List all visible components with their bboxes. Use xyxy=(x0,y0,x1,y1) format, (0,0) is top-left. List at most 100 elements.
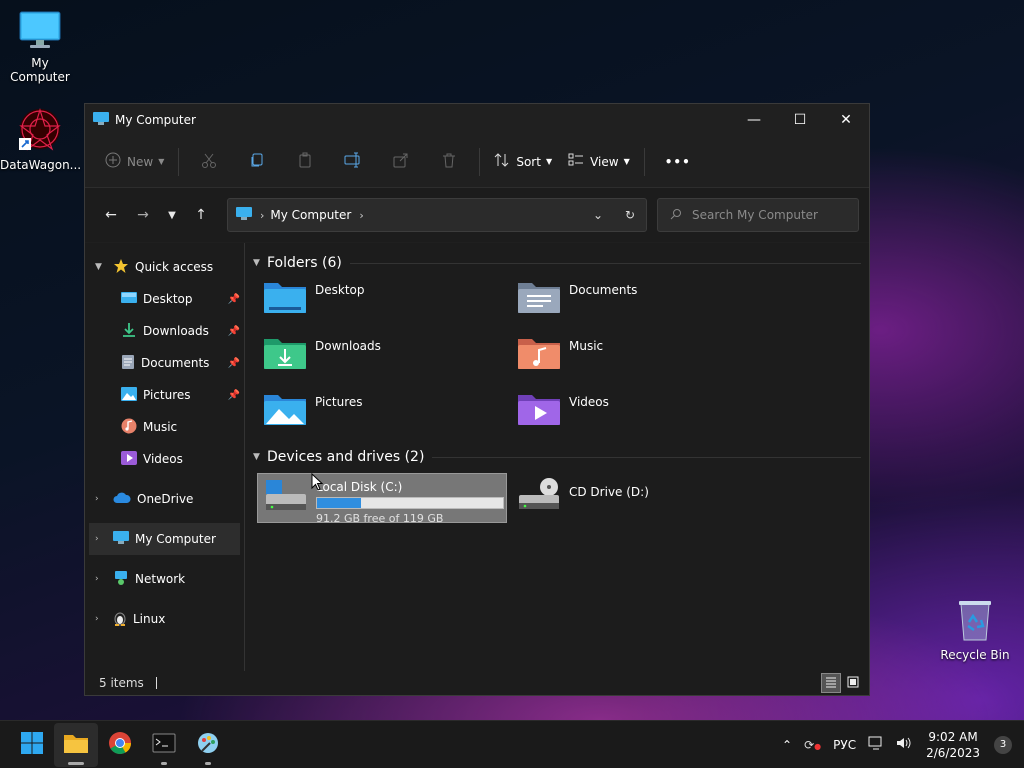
toolbar-divider xyxy=(479,147,481,176)
share-icon xyxy=(393,152,409,171)
recycle-bin-icon xyxy=(935,598,1015,645)
desktop-folder-icon xyxy=(121,291,137,308)
folder-pictures[interactable]: Pictures xyxy=(263,389,517,445)
sidebar-item-downloads[interactable]: Downloads 📌 xyxy=(85,315,244,347)
sidebar-item-onedrive[interactable]: › OneDrive xyxy=(85,483,244,515)
copy-icon xyxy=(249,152,265,171)
cut-button[interactable] xyxy=(185,145,233,179)
rename-button[interactable] xyxy=(329,145,377,179)
forward-button[interactable]: → xyxy=(127,199,159,231)
monitor-icon xyxy=(113,530,129,548)
sidebar-item-music[interactable]: Music xyxy=(85,411,244,443)
item-count: 5 items xyxy=(99,676,144,690)
address-history-dropdown[interactable]: ⌄ xyxy=(582,208,614,222)
sidebar-item-videos[interactable]: Videos xyxy=(85,443,244,475)
chevron-down-icon[interactable]: ▼ xyxy=(95,262,107,272)
folder-music[interactable]: Music xyxy=(517,333,771,389)
folder-documents[interactable]: Documents xyxy=(517,277,771,333)
taskbar-paint[interactable] xyxy=(186,723,230,767)
title-bar[interactable]: My Computer — ☐ ✕ xyxy=(85,104,869,136)
copy-button[interactable] xyxy=(233,145,281,179)
sort-button[interactable]: Sort ▼ xyxy=(486,145,560,179)
folder-videos[interactable]: Videos xyxy=(517,389,771,445)
folder-label: Desktop xyxy=(315,283,365,297)
sidebar-item-desktop[interactable]: Desktop 📌 xyxy=(85,283,244,315)
sidebar-item-label: Downloads xyxy=(143,324,209,338)
new-label: New xyxy=(127,154,154,169)
back-button[interactable]: ← xyxy=(95,199,127,231)
close-button[interactable]: ✕ xyxy=(823,104,869,136)
drive-usage-bar xyxy=(316,497,504,509)
tiles-view-button[interactable] xyxy=(843,673,863,693)
maximize-button[interactable]: ☐ xyxy=(777,104,823,136)
sidebar-item-quick-access[interactable]: ▼ Quick access xyxy=(85,251,244,283)
folders-section-header[interactable]: ▼ Folders (6) xyxy=(251,253,861,273)
more-options-button[interactable]: ••• xyxy=(651,145,699,179)
chevron-right-icon[interactable]: › xyxy=(95,574,107,584)
chevron-down-icon: ▼ xyxy=(545,157,553,166)
windows-logo-icon xyxy=(20,731,44,758)
chrome-icon xyxy=(108,731,132,758)
sync-icon[interactable]: ⟳● xyxy=(804,738,821,752)
sidebar-item-label: Videos xyxy=(143,452,183,466)
view-button[interactable]: View ▼ xyxy=(560,145,638,179)
chevron-right-icon[interactable]: › xyxy=(95,534,107,544)
plus-circle-icon xyxy=(105,152,121,171)
sidebar-item-my-computer[interactable]: › My Computer xyxy=(89,523,240,555)
chevron-right-icon[interactable]: › xyxy=(95,494,107,504)
search-icon xyxy=(670,208,682,223)
volume-icon[interactable] xyxy=(896,736,912,753)
clock[interactable]: 9:02 AM 2/6/2023 xyxy=(926,729,980,761)
clipboard-icon xyxy=(297,152,313,171)
folder-desktop[interactable]: Desktop xyxy=(263,277,517,333)
sidebar-item-documents[interactable]: Documents 📌 xyxy=(85,347,244,379)
search-input[interactable] xyxy=(692,208,842,222)
details-view-icon xyxy=(825,676,837,691)
show-hidden-icons-button[interactable]: ⌃ xyxy=(782,738,792,752)
desktop-icon-recycle-bin[interactable]: Recycle Bin xyxy=(935,598,1015,662)
recent-locations-button[interactable]: ▼ xyxy=(159,199,185,231)
drive-local-disk-c[interactable]: Local Disk (C:) 91.2 GB free of 119 GB xyxy=(257,473,507,525)
desktop-icon-datawagon[interactable]: DataWagon... xyxy=(0,106,81,172)
address-bar[interactable]: › My Computer › ⌄ ↻ xyxy=(227,198,647,232)
network-icon xyxy=(113,570,129,589)
cloud-icon xyxy=(113,492,131,507)
chevron-down-icon: ⌄ xyxy=(592,208,604,222)
downloads-folder-icon xyxy=(263,335,307,374)
share-button[interactable] xyxy=(377,145,425,179)
sidebar-item-linux[interactable]: › Linux xyxy=(85,603,244,635)
chevron-right-icon[interactable]: › xyxy=(95,614,107,624)
details-view-button[interactable] xyxy=(821,673,841,693)
desktop-icon-label: My Computer xyxy=(10,56,70,84)
folder-downloads[interactable]: Downloads xyxy=(263,333,517,389)
mouse-cursor xyxy=(311,472,324,494)
input-language[interactable]: РУС xyxy=(833,738,856,752)
chevron-down-icon: ▼ xyxy=(253,258,260,268)
pictures-folder-icon xyxy=(263,391,307,430)
taskbar-chrome[interactable] xyxy=(98,723,142,767)
refresh-button[interactable]: ↻ xyxy=(614,208,646,222)
minimize-button[interactable]: — xyxy=(731,104,777,136)
search-box[interactable] xyxy=(657,198,859,232)
start-button[interactable] xyxy=(10,723,54,767)
notification-badge[interactable]: 3 xyxy=(994,735,1012,754)
up-button[interactable]: ↑ xyxy=(185,199,217,231)
taskbar-terminal[interactable] xyxy=(142,723,186,767)
folder-label: Music xyxy=(569,339,604,353)
desktop-icon-my-computer[interactable]: My Computer xyxy=(0,10,80,84)
sidebar-item-label: My Computer xyxy=(135,532,216,546)
breadcrumb-my-computer[interactable]: My Computer xyxy=(270,208,351,222)
new-button[interactable]: New ▼ xyxy=(97,145,172,179)
paste-button[interactable] xyxy=(281,145,329,179)
sort-icon xyxy=(494,152,510,171)
chevron-right-icon[interactable]: › xyxy=(359,209,363,222)
sidebar-item-pictures[interactable]: Pictures 📌 xyxy=(85,379,244,411)
drive-cd-d[interactable]: CD Drive (D:) xyxy=(511,473,761,523)
more-icon: ••• xyxy=(664,154,691,169)
taskbar-file-explorer[interactable] xyxy=(54,722,98,767)
sidebar-item-label: Network xyxy=(135,572,186,586)
delete-button[interactable] xyxy=(425,145,473,179)
drives-section-header[interactable]: ▼ Devices and drives (2) xyxy=(251,447,861,467)
network-status-icon[interactable] xyxy=(868,736,884,753)
sidebar-item-network[interactable]: › Network xyxy=(85,563,244,595)
